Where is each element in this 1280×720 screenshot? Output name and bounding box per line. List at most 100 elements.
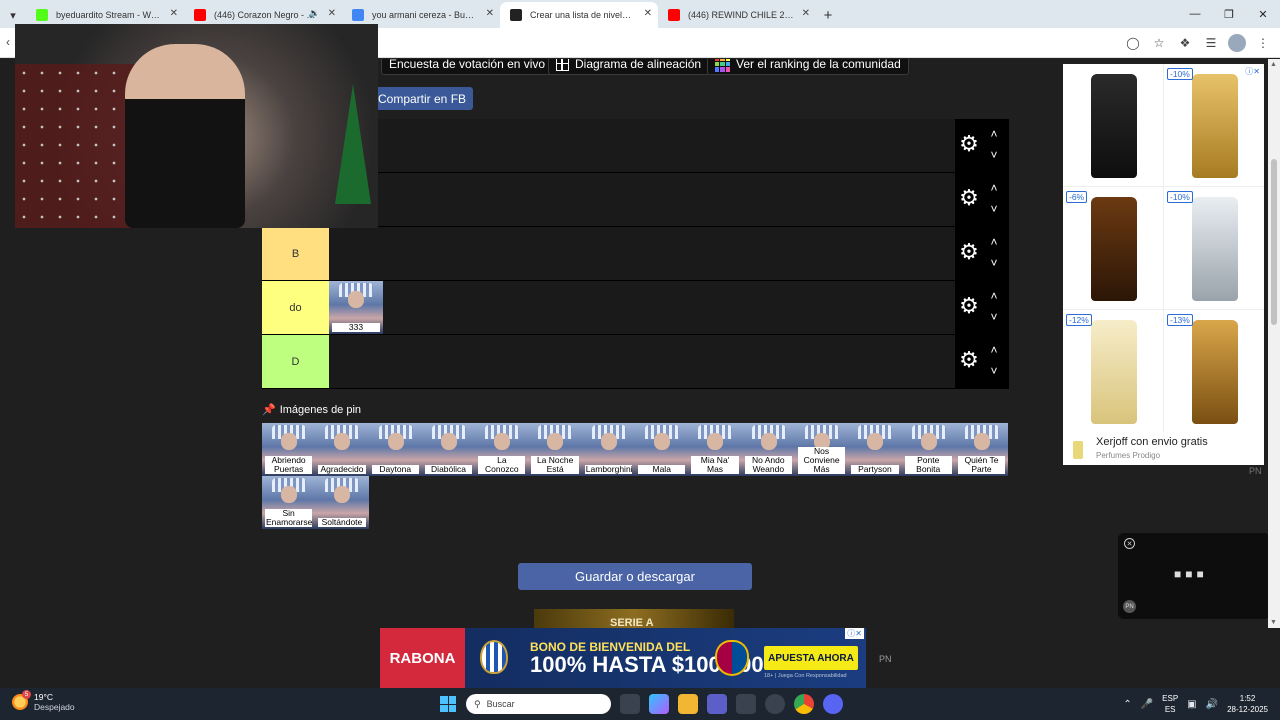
chevron-up-icon[interactable]: ˄	[986, 236, 1002, 248]
share-facebook-button[interactable]: Compartir en FB	[371, 87, 474, 110]
tier-item-image[interactable]: No Ando Weando	[741, 423, 795, 476]
more-menu-icon[interactable]: ⋮	[1254, 34, 1272, 52]
tier-item-image[interactable]: 333	[329, 281, 383, 334]
close-window-button[interactable]: ✕	[1246, 0, 1280, 28]
gear-icon[interactable]: ⚙	[958, 241, 980, 263]
profile-avatar[interactable]	[1228, 34, 1246, 52]
back-icon[interactable]: ‹	[6, 35, 10, 49]
community-ranking-button[interactable]: Ver el ranking de la comunidad	[707, 59, 909, 75]
ad-choices-icon[interactable]: ⓘ✕	[845, 628, 864, 639]
perfume-product[interactable]	[1063, 64, 1163, 186]
scroll-down-icon[interactable]: ▼	[1270, 619, 1277, 626]
speaker-icon[interactable]: 🔉	[309, 8, 320, 19]
gear-icon[interactable]: ⚙	[958, 133, 980, 155]
bottom-ad-banner[interactable]: RABONA BONO DE BIENVENIDA DEL 100% HASTA…	[380, 628, 866, 688]
perfume-product[interactable]: -12%	[1063, 310, 1163, 432]
tier-item-image[interactable]: Nos Conviene Más	[794, 423, 849, 476]
alignment-chart-button[interactable]: Diagrama de alineación	[548, 59, 710, 75]
minimize-button[interactable]: —	[1178, 0, 1212, 28]
chevron-up-icon[interactable]: ˄	[986, 128, 1002, 140]
network-icon[interactable]: ▣	[1187, 699, 1196, 710]
system-clock[interactable]: 1:52 28-12-2025	[1227, 693, 1268, 715]
chevron-up-icon[interactable]: ⌃	[1123, 699, 1131, 710]
browser-tab[interactable]: Crear una lista de niveles de Po ✕	[500, 2, 658, 28]
chevron-up-icon[interactable]: ˄	[986, 344, 1002, 356]
discord-icon[interactable]	[823, 694, 843, 714]
tier-item-image[interactable]: Diabólica	[421, 423, 476, 476]
tier-label[interactable]: D	[262, 335, 329, 388]
volume-icon[interactable]: 🔊	[1206, 699, 1218, 710]
tier-item-image[interactable]: Quién Te Parte	[954, 423, 1009, 476]
ad-info-icon[interactable]: ⓘ✕	[1245, 66, 1260, 77]
extensions-icon[interactable]: ❖	[1176, 34, 1194, 52]
tier-item-image[interactable]: Abriendo Puertas	[262, 423, 316, 476]
tier-item-image[interactable]: La Conozco	[475, 423, 529, 476]
file-explorer-icon[interactable]	[678, 694, 698, 714]
live-poll-button[interactable]: Encuesta de votación en vivo	[381, 59, 554, 75]
scroll-thumb[interactable]	[1271, 159, 1277, 325]
weather-widget[interactable]: 5 19°C Despejado	[12, 690, 75, 712]
close-tab-icon[interactable]: ✕	[644, 8, 652, 19]
tier-drop-zone[interactable]	[329, 335, 955, 388]
close-tab-icon[interactable]: ✕	[328, 8, 336, 19]
chevron-up-icon[interactable]: ˄	[986, 182, 1002, 194]
save-download-button[interactable]: Guardar o descargar	[518, 563, 752, 590]
close-icon[interactable]: ✕	[1124, 538, 1135, 549]
tier-item-image[interactable]: Lamborghini	[581, 423, 636, 476]
copilot-icon[interactable]	[649, 694, 669, 714]
tier-item-image[interactable]: Mala	[635, 423, 689, 476]
teams-icon[interactable]	[707, 694, 727, 714]
tier-item-image[interactable]: Daytona	[368, 423, 422, 476]
perfume-product[interactable]: -10%	[1164, 64, 1264, 186]
perfume-product[interactable]: -6%	[1063, 187, 1163, 309]
tier-item-image[interactable]: Agradecido	[315, 423, 369, 476]
chevron-down-icon[interactable]: ˅	[986, 365, 1002, 377]
ad-cta-button[interactable]: APUESTA AHORA	[764, 646, 858, 670]
tier-item-image[interactable]: Mia Na' Mas	[688, 423, 742, 476]
page-scrollbar[interactable]: ▲ ▼	[1268, 59, 1280, 628]
bookmark-star-icon[interactable]: ☆	[1150, 34, 1168, 52]
ad-caption[interactable]: Xerjoff con envio gratis	[1096, 436, 1208, 448]
tier-drop-zone[interactable]	[329, 227, 955, 280]
close-tab-icon[interactable]: ✕	[802, 8, 810, 19]
microphone-icon[interactable]: 🎤	[1141, 699, 1153, 710]
app-icon-2[interactable]	[765, 694, 785, 714]
gear-icon[interactable]: ⚙	[958, 295, 980, 317]
task-view-icon[interactable]	[620, 694, 640, 714]
promo-image[interactable]: SERIE A	[534, 609, 734, 628]
chevron-down-icon[interactable]: ˅	[986, 257, 1002, 269]
new-tab-button[interactable]: +	[816, 2, 840, 28]
side-ad[interactable]: -10% -6% -10% -12% -13% ⓘ✕ Xerjoff con envio…	[1063, 64, 1264, 465]
tier-item-image[interactable]: Partyson	[848, 423, 902, 476]
language-indicator[interactable]: ESP ES	[1162, 693, 1178, 715]
close-tab-icon[interactable]: ✕	[170, 8, 178, 19]
tier-label[interactable]: B	[262, 227, 329, 280]
windows-start-icon[interactable]	[440, 696, 456, 712]
tier-item-image[interactable]: La Noche Está	[528, 423, 582, 476]
mini-video-player[interactable]: ✕ ■■■ PN	[1118, 533, 1270, 619]
chevron-down-icon[interactable]: ˅	[986, 311, 1002, 323]
maximize-button[interactable]: ❐	[1212, 0, 1246, 28]
chevron-down-icon[interactable]: ˅	[986, 149, 1002, 161]
tier-item-image[interactable]: Ponte Bonita	[901, 423, 955, 476]
tier-drop-zone[interactable]	[329, 119, 955, 172]
perfume-product[interactable]: -13%	[1164, 310, 1264, 432]
tier-drop-zone[interactable]	[329, 173, 955, 226]
tier-label[interactable]: do	[262, 281, 329, 334]
scroll-up-icon[interactable]: ▲	[1270, 61, 1277, 68]
gear-icon[interactable]: ⚙	[958, 187, 980, 209]
chevron-up-icon[interactable]: ˄	[986, 290, 1002, 302]
chrome-icon[interactable]	[794, 694, 814, 714]
gear-icon[interactable]: ⚙	[958, 349, 980, 371]
taskbar-search[interactable]: ⚲ Buscar	[466, 694, 611, 714]
close-tab-icon[interactable]: ✕	[486, 8, 494, 19]
tier-item-image[interactable]: Sin Enamorarse	[262, 476, 316, 529]
media-controls-icon[interactable]: ☰	[1202, 34, 1220, 52]
perfume-product[interactable]: -10%	[1164, 187, 1264, 309]
browser-tab[interactable]: (446) REWIND CHILE 2025 - Yo ✕	[658, 2, 816, 28]
tier-item-image[interactable]: Soltándote	[315, 476, 369, 529]
tier-drop-zone[interactable]: 333	[329, 281, 955, 334]
stream-video-overlay[interactable]	[15, 24, 378, 228]
translate-icon[interactable]: ◯	[1124, 34, 1142, 52]
app-icon[interactable]	[736, 694, 756, 714]
